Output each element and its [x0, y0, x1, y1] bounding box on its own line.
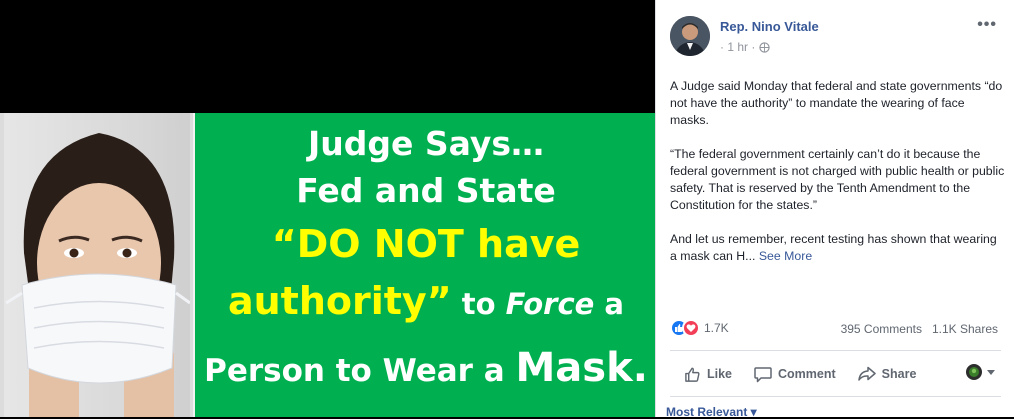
headline-to: to — [451, 287, 506, 321]
share-label: Share — [881, 367, 917, 381]
headline-a: a — [594, 287, 624, 321]
headline-mask: Mask. — [515, 345, 648, 391]
post-paragraph-1: A Judge said Monday that federal and sta… — [670, 79, 1003, 127]
globe-icon — [759, 42, 770, 56]
headline-person: Person to Wear a — [204, 353, 516, 389]
divider — [670, 396, 1001, 397]
share-icon — [857, 366, 882, 382]
caret-down-icon — [987, 369, 995, 375]
post-paragraph-2: “The federal government certainly can’t … — [670, 147, 1005, 212]
masked-woman-photo — [4, 113, 190, 417]
headline-panel: Judge Says… Fed and State “DO NOT have a… — [193, 113, 657, 417]
headline-line-4: authority” to Force a — [195, 273, 657, 337]
engagement-stats: 395 Comments 1.1K Shares — [831, 322, 998, 336]
profile-mini-icon — [966, 364, 982, 380]
comment-label: Comment — [778, 367, 836, 381]
divider — [670, 350, 1001, 351]
comments-count[interactable]: 395 Comments — [841, 322, 922, 336]
thumbs-up-icon — [684, 366, 707, 383]
like-label: Like — [707, 367, 733, 381]
post-image[interactable]: Judge Says… Fed and State “DO NOT have a… — [0, 113, 657, 417]
reaction-count: 1.7K — [704, 321, 729, 335]
like-button[interactable]: Like — [684, 366, 732, 383]
shares-count[interactable]: 1.1K Shares — [932, 322, 998, 336]
post-paragraph-3: And let us remember, recent testing has … — [670, 231, 1005, 265]
post-paragraph-3-text: And let us remember, recent testing has … — [670, 232, 997, 263]
facebook-post: Rep. Nino Vitale · 1 hr · ••• A Judge sa… — [655, 0, 1014, 419]
love-icon — [682, 319, 700, 337]
share-button[interactable]: Share — [857, 366, 917, 382]
headline-line-3: “DO NOT have — [271, 222, 581, 266]
post-text: A Judge said Monday that federal and sta… — [670, 78, 1005, 282]
headline-line-5: Person to Wear a Mask. — [195, 337, 657, 402]
action-bar: Like Comment Share — [670, 358, 1001, 390]
headline-authority: authority” — [227, 279, 452, 323]
headline-line-1: Judge Says… — [307, 124, 545, 163]
see-more-link[interactable]: See More — [759, 249, 812, 263]
reactions-summary[interactable]: 1.7K — [670, 318, 729, 338]
post-meta: · 1 hr · — [720, 40, 770, 56]
comment-button[interactable]: Comment — [754, 366, 836, 383]
headline: Judge Says… Fed and State “DO NOT have a… — [195, 121, 657, 402]
headline-force: Force — [505, 287, 595, 321]
more-icon[interactable]: ••• — [977, 16, 997, 34]
post-time[interactable]: · 1 hr · — [720, 40, 755, 54]
author-name[interactable]: Rep. Nino Vitale — [720, 19, 819, 34]
avatar[interactable] — [670, 16, 710, 56]
headline-line-2: Fed and State — [296, 171, 556, 210]
comment-icon — [754, 366, 778, 383]
page-switcher[interactable] — [966, 364, 995, 380]
